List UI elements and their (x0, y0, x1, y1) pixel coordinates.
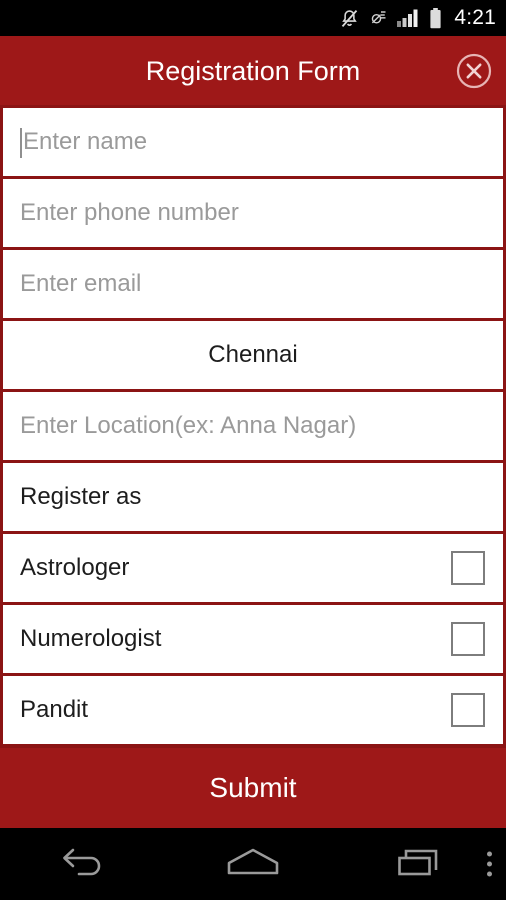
registration-form: Enter name Enter phone number Enter email C… (0, 105, 506, 748)
battery-icon (429, 7, 442, 29)
email-field-label: Enter email (20, 270, 142, 297)
phone-screen: 4:21 Registration Form Enter name Enter p… (0, 0, 506, 900)
checkbox-pandit-checkbox[interactable] (451, 693, 485, 727)
alarm-off-icon (369, 9, 387, 27)
overflow-dot (487, 861, 492, 867)
overflow-dot (487, 851, 492, 857)
phone-field[interactable]: Enter phone number (3, 179, 503, 247)
location-field-label: Enter Location(ex: Anna Nagar) (20, 412, 357, 439)
checkbox-row-pandit-label: Pandit (20, 696, 89, 723)
home-icon (226, 847, 280, 882)
mute-bell-icon (339, 8, 360, 29)
register-as-label[interactable]: Register as (3, 463, 503, 531)
checkbox-row-astrologer[interactable]: Astrologer (3, 534, 503, 602)
checkbox-row-pandit[interactable]: Pandit (3, 676, 503, 744)
overflow-dot (487, 871, 492, 877)
submit-button-label: Submit (209, 772, 297, 803)
back-icon (61, 847, 107, 882)
signal-bars-icon (396, 8, 420, 28)
location-field[interactable]: Enter Location(ex: Anna Nagar) (3, 392, 503, 460)
nav-home-button[interactable] (169, 828, 338, 900)
close-circle-icon[interactable] (454, 51, 494, 91)
nav-back-button[interactable] (0, 828, 169, 900)
overflow-menu-icon[interactable] (487, 851, 492, 877)
city-spinner-label: Chennai (208, 341, 298, 368)
checkbox-row-numerologist[interactable]: Numerologist (3, 605, 503, 673)
text-caret (20, 128, 22, 158)
phone-field-label: Enter phone number (20, 199, 239, 226)
page-title: Registration Form (145, 55, 361, 86)
checkbox-row-astrologer-label: Astrologer (20, 554, 130, 581)
app-header: Registration Form (0, 36, 506, 105)
name-field-label: Enter name (23, 128, 148, 155)
register-as-label-label: Register as (20, 483, 142, 510)
nav-recents-button[interactable] (337, 828, 506, 900)
recents-icon (397, 846, 447, 883)
city-spinner[interactable]: Chennai (3, 321, 503, 389)
email-field[interactable]: Enter email (3, 250, 503, 318)
name-field[interactable]: Enter name (3, 108, 503, 176)
status-time: 4:21 (454, 5, 496, 29)
checkbox-numerologist-checkbox[interactable] (451, 622, 485, 656)
submit-button[interactable]: Submit (0, 748, 506, 828)
checkbox-astrologer-checkbox[interactable] (451, 551, 485, 585)
android-nav-bar (0, 828, 506, 900)
status-bar: 4:21 (0, 0, 506, 36)
checkbox-row-numerologist-label: Numerologist (20, 625, 162, 652)
